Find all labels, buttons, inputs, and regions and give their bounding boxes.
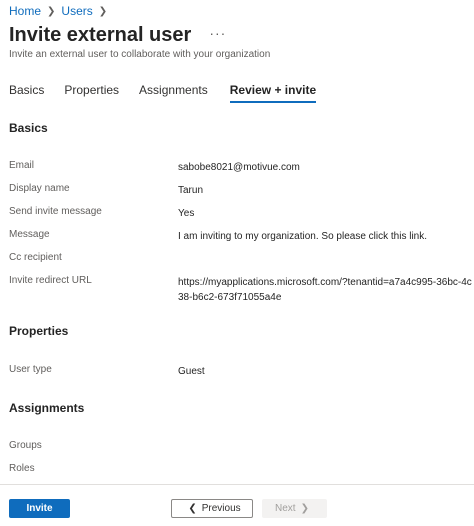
row-label: Message xyxy=(9,229,50,240)
row-label: User type xyxy=(9,364,52,375)
previous-button[interactable]: ❮ Previous xyxy=(171,499,253,518)
chevron-right-icon: ❯ xyxy=(98,5,108,17)
chevron-left-icon: ❮ xyxy=(188,503,197,514)
breadcrumb-users-link[interactable]: Users xyxy=(61,4,92,18)
row-value: Tarun xyxy=(178,185,204,196)
tab-properties[interactable]: Properties xyxy=(64,83,119,103)
section-title-basics: Basics xyxy=(9,121,48,135)
next-button-label: Next xyxy=(275,503,296,514)
row-label: Roles xyxy=(9,463,35,474)
tab-basics[interactable]: Basics xyxy=(9,83,44,103)
tab-review-invite[interactable]: Review + invite xyxy=(229,83,317,103)
footer-divider xyxy=(0,484,474,485)
row-label: Cc recipient xyxy=(9,252,62,263)
invite-button[interactable]: Invite xyxy=(9,499,70,518)
row-label: Invite redirect URL xyxy=(9,275,92,286)
page-subtitle: Invite an external user to collaborate w… xyxy=(9,49,271,60)
section-title-properties: Properties xyxy=(9,324,69,338)
row-value: Guest xyxy=(178,366,205,377)
more-options-icon[interactable]: ··· xyxy=(209,25,226,41)
chevron-right-icon: ❯ xyxy=(300,503,309,514)
row-label: Groups xyxy=(9,440,42,451)
breadcrumb-home-link[interactable]: Home xyxy=(9,4,41,18)
page-title: Invite external user xyxy=(9,24,192,46)
tab-bar: Basics Properties Assignments Review + i… xyxy=(9,83,336,103)
row-label: Email xyxy=(9,160,35,171)
row-value: I am inviting to my organization. So ple… xyxy=(178,231,427,242)
row-label: Display name xyxy=(9,183,70,194)
previous-button-label: Previous xyxy=(201,503,241,514)
row-label: Send invite message xyxy=(9,206,102,217)
next-button[interactable]: Next ❯ xyxy=(262,499,327,518)
row-value: https://myapplications.microsoft.com/?te… xyxy=(178,277,472,303)
section-title-assignments: Assignments xyxy=(9,401,85,415)
breadcrumb: Home ❯ Users ❯ xyxy=(9,4,113,18)
chevron-right-icon: ❯ xyxy=(47,5,56,17)
tab-assignments[interactable]: Assignments xyxy=(139,83,208,103)
title-row: Invite external user ··· xyxy=(9,24,226,47)
row-value: sabobe8021@motivue.com xyxy=(178,162,300,173)
row-value: Yes xyxy=(178,208,195,219)
